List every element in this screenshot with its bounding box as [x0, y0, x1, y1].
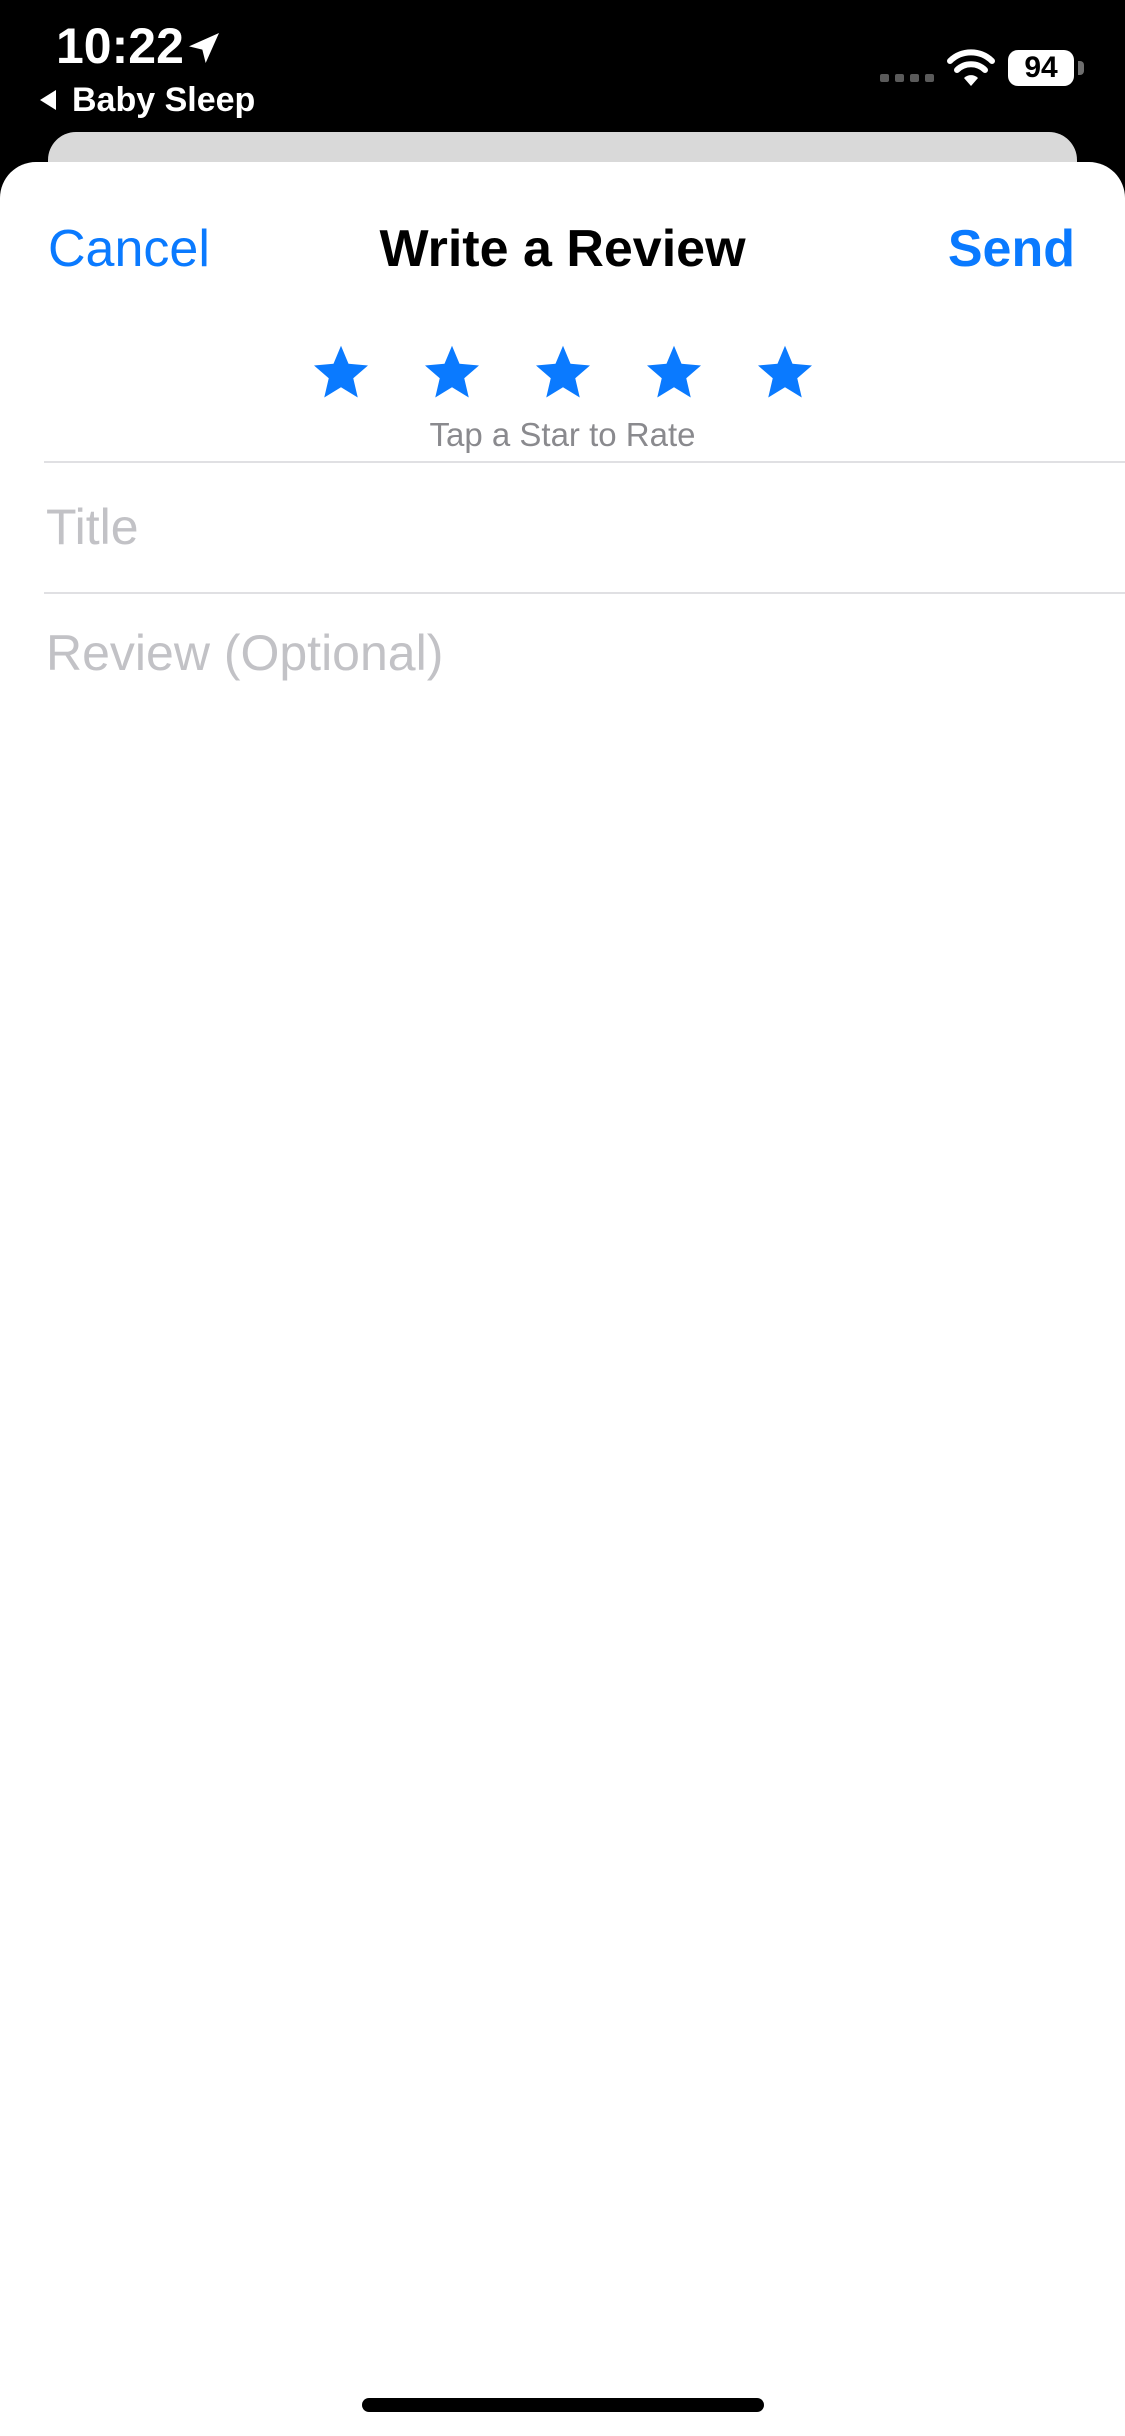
home-indicator[interactable]: [362, 2398, 764, 2412]
rate-hint: Tap a Star to Rate: [429, 416, 696, 453]
status-bar: 10:22 Baby Sleep 94: [0, 0, 1125, 130]
battery-level: 94: [1008, 50, 1074, 86]
location-arrow-icon: [189, 33, 219, 63]
star-1-icon[interactable]: [311, 342, 371, 402]
divider: [44, 592, 1125, 594]
star-4-icon[interactable]: [644, 342, 704, 402]
star-rating: [0, 342, 1125, 412]
battery-cap: [1078, 61, 1084, 75]
review-textarea[interactable]: Review (Optional): [46, 598, 1076, 718]
status-time: 10:22: [56, 18, 184, 74]
battery-icon: 94: [1008, 50, 1084, 86]
title-input[interactable]: Title: [46, 467, 1076, 587]
divider: [44, 461, 1125, 463]
star-5-icon[interactable]: [755, 342, 815, 402]
star-3-icon[interactable]: [533, 342, 593, 402]
star-2-icon[interactable]: [422, 342, 482, 402]
write-review-sheet: Cancel Write a Review Send Tap a Star to…: [0, 162, 1125, 2436]
send-button[interactable]: Send: [948, 214, 1075, 284]
cellular-signal-icon: [880, 74, 934, 82]
nav-bar: Cancel Write a Review Send: [0, 162, 1125, 332]
back-app-label: Baby Sleep: [72, 80, 256, 119]
wifi-icon: [947, 49, 995, 86]
back-triangle-icon: [40, 90, 56, 110]
back-to-app-button[interactable]: Baby Sleep: [38, 80, 255, 120]
